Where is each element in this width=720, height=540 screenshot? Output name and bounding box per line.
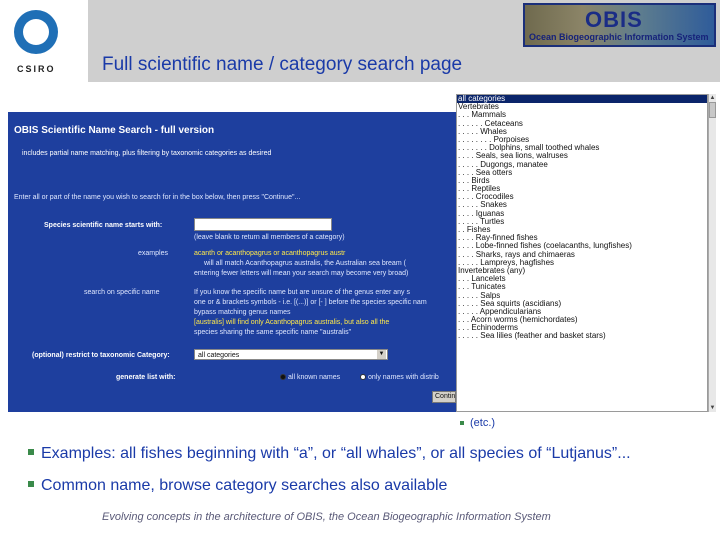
csiro-emblem-icon bbox=[14, 10, 58, 54]
scrollbar-thumb[interactable] bbox=[709, 102, 716, 118]
bullet-examples: Examples: all fishes beginning with “a”,… bbox=[28, 445, 631, 463]
listbox-option[interactable]: . . . Reptiles bbox=[457, 185, 707, 193]
listbox-option[interactable]: . . . . . Sea squirts (ascidians) bbox=[457, 300, 707, 308]
specific-line-1: If you know the specific name but are un… bbox=[194, 289, 410, 296]
radio-names-with-distribution[interactable]: only names with distrib bbox=[360, 374, 439, 381]
continue-button[interactable]: Continue bbox=[432, 391, 456, 403]
form-title: OBIS Scientific Name Search - full versi… bbox=[14, 125, 215, 136]
specific-line-4: [australis] will find only Acanthopagrus… bbox=[194, 319, 390, 326]
category-label: (optional) restrict to taxonomic Categor… bbox=[32, 352, 170, 359]
specific-line-3: bypass matching genus names bbox=[194, 309, 291, 316]
bullet-square-icon bbox=[28, 448, 34, 455]
example-line-3: entering fewer letters will mean your se… bbox=[194, 270, 409, 277]
search-form-panel: OBIS Scientific Name Search - full versi… bbox=[8, 112, 456, 412]
category-listbox[interactable]: all categories Vertebrates. . . Mammals. … bbox=[456, 94, 708, 412]
csiro-logo: CSIRO bbox=[0, 0, 89, 82]
example-line-2: will all match Acanthopagrus australis, … bbox=[204, 260, 406, 267]
listbox-option[interactable]: . . . . . Sea lilies (feather and basket… bbox=[457, 332, 707, 340]
generate-label: generate list with: bbox=[116, 374, 176, 381]
obis-logo-subtitle: Ocean Biogeographic Information System bbox=[529, 32, 709, 42]
listbox-option[interactable]: . . . . . . Cetaceans bbox=[457, 120, 707, 128]
listbox-option[interactable]: . . . . Seals, sea lions, walruses bbox=[457, 152, 707, 160]
examples-label: examples bbox=[138, 250, 168, 257]
listbox-option[interactable]: . . . . . Appendicularians bbox=[457, 308, 707, 316]
slide-title: Full scientific name / category search p… bbox=[102, 54, 463, 75]
listbox-option[interactable]: . . . . . Salps bbox=[457, 292, 707, 300]
etc-note: (etc.) bbox=[460, 417, 495, 429]
bullet-common-name: Common name, browse category searches al… bbox=[28, 477, 447, 495]
bullet-square-icon bbox=[460, 421, 464, 426]
listbox-option[interactable]: . . . . Ray-finned fishes bbox=[457, 234, 707, 242]
listbox-option[interactable]: . . . Lancelets bbox=[457, 275, 707, 283]
listbox-option[interactable]: . . . Birds bbox=[457, 177, 707, 185]
form-subtitle: includes partial name matching, plus fil… bbox=[22, 150, 272, 157]
listbox-option[interactable]: . . . . . . . . Porpoises bbox=[457, 136, 707, 144]
listbox-option[interactable]: . . . . . Lampreys, hagfishes bbox=[457, 259, 707, 267]
listbox-option[interactable]: . . . Mammals bbox=[457, 111, 707, 119]
category-select-value: all categories bbox=[198, 352, 240, 359]
chevron-down-icon: ▼ bbox=[377, 350, 386, 359]
scroll-down-icon[interactable]: ▼ bbox=[709, 404, 716, 412]
specific-line-2: one or & brackets symbols - i.e. [(...)]… bbox=[194, 299, 427, 306]
form-instructions: Enter all or part of the name you wish t… bbox=[14, 194, 301, 201]
listbox-option[interactable]: . . . . . Whales bbox=[457, 128, 707, 136]
bullet-square-icon bbox=[28, 480, 34, 487]
category-select[interactable]: all categories ▼ bbox=[194, 349, 388, 360]
listbox-option[interactable]: all categories bbox=[457, 95, 707, 104]
listbox-scrollbar[interactable]: ▲ ▼ bbox=[708, 94, 716, 412]
listbox-option[interactable]: . . Fishes bbox=[457, 226, 707, 234]
species-label: Species scientific name starts with: bbox=[44, 222, 163, 229]
listbox-option[interactable]: . . . Acorn worms (hemichordates) bbox=[457, 316, 707, 324]
csiro-logo-text: CSIRO bbox=[17, 64, 56, 74]
obis-logo-word: OBIS bbox=[585, 7, 643, 32]
listbox-option[interactable]: . . . . Iguanas bbox=[457, 210, 707, 218]
listbox-option[interactable]: . . . . . Turtles bbox=[457, 218, 707, 226]
listbox-option[interactable]: . . . . Lobe-finned fishes (coelacanths,… bbox=[457, 242, 707, 250]
scroll-up-icon[interactable]: ▲ bbox=[709, 94, 716, 102]
listbox-option[interactable]: . . . . . Dugongs, manatee bbox=[457, 161, 707, 169]
example-line-1: acanth or acanthopagrus or acanthopagrus… bbox=[194, 250, 346, 257]
slide-footer: Evolving concepts in the architecture of… bbox=[102, 511, 551, 523]
listbox-option[interactable]: Vertebrates bbox=[457, 103, 707, 111]
species-name-input[interactable] bbox=[194, 218, 332, 231]
specific-line-5: species sharing the same specific name "… bbox=[194, 329, 352, 336]
blank-hint: (leave blank to return all members of a … bbox=[194, 234, 345, 241]
listbox-option[interactable]: . . . . Crocodiles bbox=[457, 193, 707, 201]
listbox-option[interactable]: . . . . . Snakes bbox=[457, 201, 707, 209]
listbox-option[interactable]: . . . Tunicates bbox=[457, 283, 707, 291]
listbox-option[interactable]: . . . . Sea otters bbox=[457, 169, 707, 177]
listbox-option[interactable]: Invertebrates (any) bbox=[457, 267, 707, 275]
embedded-screenshot: OBIS Scientific Name Search - full versi… bbox=[8, 94, 716, 412]
radio-off-icon bbox=[360, 374, 366, 381]
listbox-option[interactable]: . . . . . . . Dolphins, small toothed wh… bbox=[457, 144, 707, 152]
specific-name-label: search on specific name bbox=[84, 289, 160, 296]
listbox-option[interactable]: . . . Echinoderms bbox=[457, 324, 707, 332]
obis-logo: OBIS Ocean Biogeographic Information Sys… bbox=[523, 3, 716, 47]
radio-on-icon bbox=[280, 374, 286, 381]
radio-all-known-names[interactable]: all known names bbox=[280, 374, 340, 381]
listbox-option[interactable]: . . . . Sharks, rays and chimaeras bbox=[457, 251, 707, 259]
